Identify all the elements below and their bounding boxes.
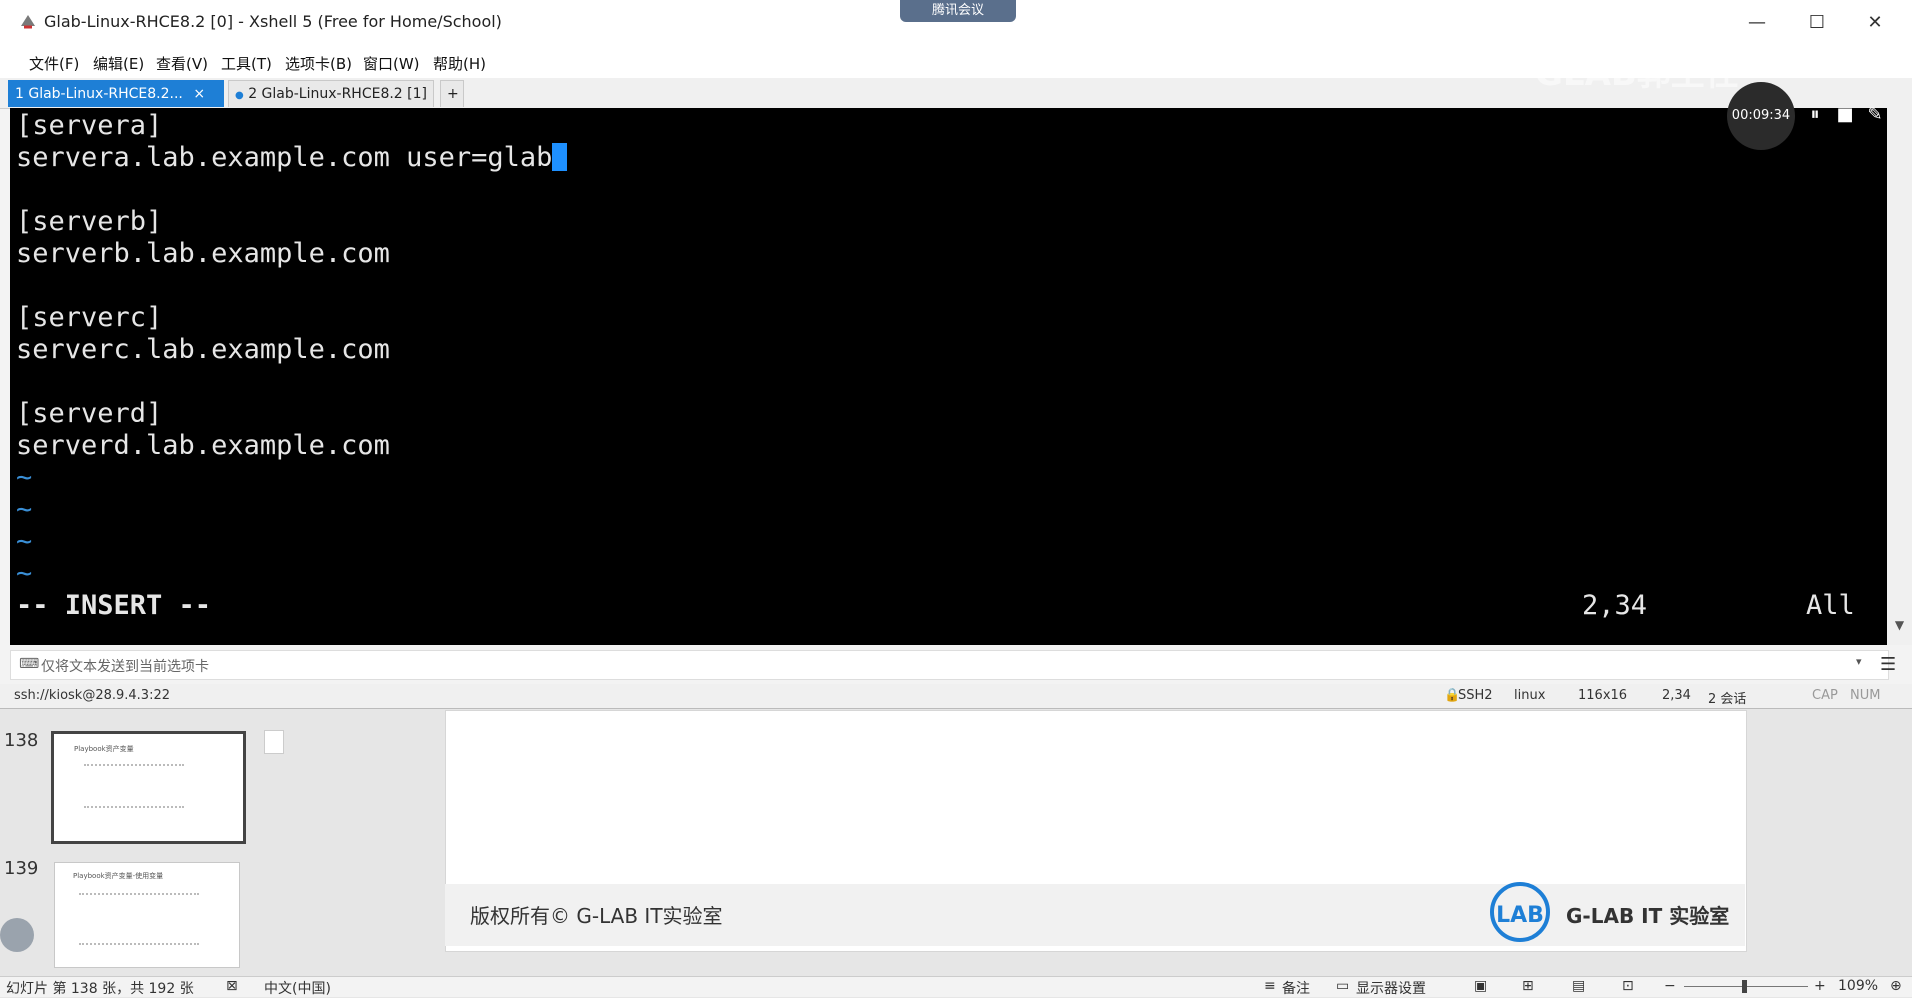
slideshow-icon[interactable]: ⊡ [1622, 978, 1634, 994]
close-button[interactable]: ✕ [1846, 4, 1904, 42]
thumb-title: Playbook资产变量 [74, 745, 134, 753]
terminal-line: [serverb] [16, 206, 163, 237]
ppt-status-bar: 幻灯片 第 138 张，共 192 张 ⊠ 中文(中国) ≡ 备注 ▭ 显示器设… [0, 976, 1912, 997]
normal-view-icon[interactable]: ▣ [1474, 978, 1487, 994]
meeting-indicator[interactable]: 腾讯会议 [900, 0, 1016, 22]
stop-icon[interactable]: ■ [1834, 104, 1856, 126]
send-text-input[interactable]: 仅将文本发送到当前选项卡 [41, 656, 209, 676]
menu-tabs[interactable]: 选项卡(B) [282, 50, 355, 77]
terminal[interactable]: [servera] servera.lab.example.com user=g… [10, 108, 1887, 645]
terminal-line-text: servera.lab.example.com user=glab [16, 142, 553, 173]
terminal-line: [serverc] [16, 302, 163, 333]
fit-to-window-icon[interactable]: ⊕ [1890, 978, 1902, 994]
zoom-out-button[interactable]: − [1664, 978, 1676, 994]
cursor-position: 2,34 [1662, 688, 1691, 703]
zoom-level[interactable]: 109% [1838, 978, 1878, 994]
menu-window[interactable]: 窗口(W) [360, 50, 423, 77]
keyboard-icon: ⌨ [19, 656, 40, 672]
watermark: GLAB郭主任 [1535, 54, 1739, 94]
window-title: Glab-Linux-RHCE8.2 [0] - Xshell 5 (Free … [44, 12, 502, 31]
terminal-type: linux [1514, 688, 1546, 703]
menu-help[interactable]: 帮助(H) [430, 50, 489, 77]
notes-button[interactable]: 备注 [1282, 978, 1310, 998]
text-cursor [552, 143, 568, 171]
meeting-label: 腾讯会议 [931, 3, 984, 18]
pause-icon[interactable]: ⏸ [1804, 104, 1826, 126]
vim-scroll-indicator: All [1806, 590, 1855, 621]
maximize-button[interactable]: ☐ [1788, 4, 1846, 42]
scroll-down-icon[interactable]: ▼ [1891, 618, 1908, 634]
recording-timer: 00:09:34 [1727, 82, 1795, 150]
terminal-size: 116x16 [1578, 688, 1628, 703]
glab-logo: LAB [1490, 882, 1550, 942]
terminal-scrollbar[interactable]: ▼ [1887, 108, 1912, 645]
terminal-line: serverd.lab.example.com [16, 430, 390, 461]
slide-sorter-icon[interactable]: ⊞ [1522, 978, 1534, 994]
terminal-line: [serverd] [16, 398, 163, 429]
menu-view[interactable]: 查看(V) [153, 50, 211, 77]
caps-lock-indicator: CAP [1812, 688, 1838, 703]
menu-edit[interactable]: 编辑(E) [90, 50, 147, 77]
pen-icon[interactable]: ✎ [1864, 104, 1886, 126]
ssh-address: ssh://kiosk@28.9.4.3:22 [14, 688, 170, 703]
slide-thumbnail-pane: 138 Playbook资产变量 139 Playbook资产变量-使用变量 [0, 710, 290, 976]
thumb-number: 139 [4, 858, 39, 879]
tab-close-icon[interactable]: × [193, 86, 205, 102]
status-bar: ssh://kiosk@28.9.4.3:22 🔒 SSH2 linux 116… [0, 684, 1912, 708]
menu-tools[interactable]: 工具(T) [218, 50, 275, 77]
send-text-bar[interactable]: ⌨ 仅将文本发送到当前选项卡 ▾ [10, 650, 1889, 680]
num-lock-indicator: NUM [1850, 688, 1881, 703]
vim-cursor-position: 2,34 [1582, 590, 1648, 621]
list-menu-icon[interactable] [0, 918, 34, 952]
tab-session-2[interactable]: ● 2 Glab-Linux-RHCE8.2 [1] × [228, 80, 434, 130]
slide-thumbnail-138[interactable]: Playbook资产变量 [51, 731, 246, 844]
terminal-line: serverc.lab.example.com [16, 334, 390, 365]
hamburger-menu-icon[interactable]: ☰ [1880, 654, 1896, 675]
protocol: SSH2 [1458, 688, 1493, 703]
zoom-slider-thumb[interactable] [1742, 980, 1747, 993]
menu-file[interactable]: 文件(F) [26, 50, 82, 77]
tab-dot-icon: ● [235, 90, 244, 101]
tab-label: 1 Glab-Linux-RHCE8.2... [15, 86, 183, 102]
copyright-text: 版权所有© G-LAB IT实验室 [470, 904, 723, 928]
notes-icon: ≡ [1264, 978, 1276, 994]
dropdown-arrow-icon[interactable]: ▾ [1856, 655, 1862, 668]
session-count: 2 会话 [1708, 692, 1747, 707]
empty-line-tilde: ~ [16, 462, 33, 493]
thumb-content [79, 893, 199, 945]
slide-thumbnail-139[interactable]: Playbook资产变量-使用变量 [54, 862, 240, 968]
tab-session-1[interactable]: 1 Glab-Linux-RHCE8.2... × [8, 80, 224, 107]
terminal-line: [servera] [16, 110, 163, 141]
xshell-window: Glab-Linux-RHCE8.2 [0] - Xshell 5 (Free … [0, 0, 1912, 709]
thumb-scrollbar-thumb[interactable] [264, 730, 284, 754]
tab-label: 2 Glab-Linux-RHCE8.2 [1] [248, 86, 427, 102]
terminal-line-cursor: servera.lab.example.com user=glab [16, 142, 568, 174]
slide-count: 幻灯片 第 138 张，共 192 张 [6, 981, 194, 997]
terminal-line: serverb.lab.example.com [16, 238, 390, 269]
zoom-in-button[interactable]: + [1814, 978, 1826, 994]
empty-line-tilde: ~ [16, 494, 33, 525]
thumb-content [84, 764, 184, 808]
xshell-app-icon [21, 15, 35, 29]
reading-view-icon[interactable]: ▤ [1572, 978, 1585, 994]
empty-line-tilde: ~ [16, 558, 33, 589]
display-settings-button[interactable]: 显示器设置 [1356, 978, 1426, 998]
spellcheck-icon[interactable]: ⊠ [226, 978, 238, 994]
new-tab-button[interactable]: + [440, 80, 464, 107]
vim-mode-indicator: -- INSERT -- [16, 590, 212, 621]
empty-line-tilde: ~ [16, 526, 33, 557]
language[interactable]: 中文(中国) [264, 978, 331, 998]
brand-name: G-LAB IT 实验室 [1566, 904, 1730, 928]
thumb-title: Playbook资产变量-使用变量 [73, 872, 164, 880]
thumb-number: 138 [4, 730, 39, 751]
minimize-button[interactable]: — [1728, 4, 1786, 42]
display-icon: ▭ [1336, 978, 1350, 994]
title-bar[interactable]: Glab-Linux-RHCE8.2 [0] - Xshell 5 (Free … [0, 0, 1912, 46]
